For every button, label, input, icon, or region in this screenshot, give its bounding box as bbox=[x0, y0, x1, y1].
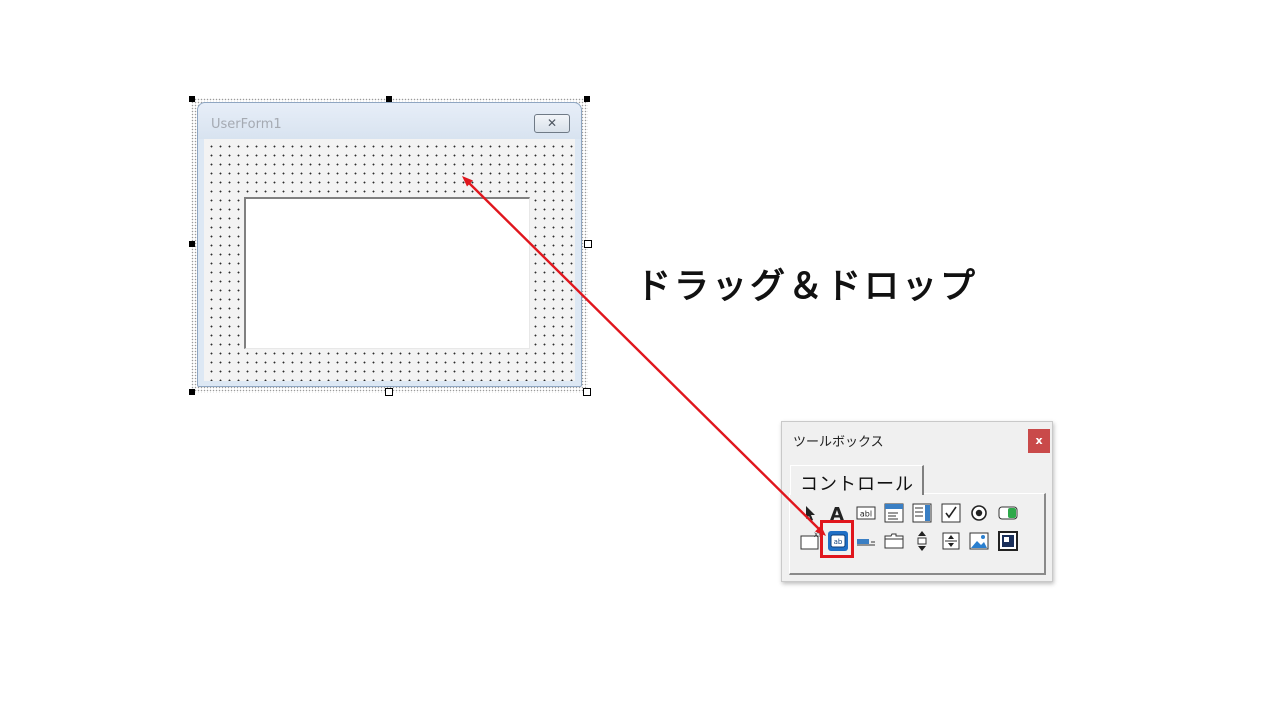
resize-handle-top-left bbox=[189, 96, 195, 102]
textbox-control[interactable] bbox=[244, 197, 530, 349]
tab-controls-label: コントロール bbox=[800, 474, 914, 495]
optionbutton-icon[interactable] bbox=[967, 501, 991, 525]
resize-handle-bottom-right[interactable] bbox=[583, 388, 591, 396]
resize-handle-top-right bbox=[584, 96, 590, 102]
multipage-icon[interactable] bbox=[882, 529, 906, 553]
combobox-icon[interactable] bbox=[882, 501, 906, 525]
drag-and-drop-caption: ドラッグ＆ドロップ bbox=[636, 267, 979, 307]
togglebutton-icon[interactable] bbox=[996, 501, 1020, 525]
userform-window[interactable]: UserForm1 ✕ bbox=[197, 102, 582, 387]
resize-handle-bottom-center[interactable] bbox=[385, 388, 393, 396]
resize-handle-bottom-left bbox=[189, 389, 195, 395]
userform-titlebar[interactable]: UserForm1 ✕ bbox=[198, 103, 581, 139]
listbox-icon[interactable] bbox=[910, 501, 934, 525]
resize-handle-middle-right[interactable] bbox=[584, 240, 592, 248]
scrollbar-icon[interactable] bbox=[910, 529, 934, 553]
resize-handle-middle-left bbox=[189, 241, 195, 247]
refedit-icon[interactable] bbox=[996, 529, 1020, 553]
toolbox-title: ツールボックス bbox=[793, 435, 884, 450]
userform-title: UserForm1 bbox=[211, 117, 282, 132]
tabstrip-icon[interactable] bbox=[854, 529, 878, 553]
userform-design-grid[interactable] bbox=[204, 139, 575, 381]
spinbutton-icon[interactable] bbox=[939, 529, 963, 553]
commandbutton-highlight-box bbox=[820, 520, 854, 558]
frame-icon[interactable]: XY bbox=[798, 529, 822, 553]
close-icon[interactable]: x bbox=[1028, 429, 1050, 453]
checkbox-icon[interactable] bbox=[939, 501, 963, 525]
select-objects-icon[interactable] bbox=[798, 501, 822, 525]
tab-controls[interactable]: コントロール bbox=[790, 465, 924, 495]
image-icon[interactable] bbox=[967, 529, 991, 553]
svg-text:abl: abl bbox=[860, 510, 872, 519]
textbox-icon[interactable]: abl bbox=[854, 501, 878, 525]
close-icon[interactable]: ✕ bbox=[534, 114, 570, 133]
